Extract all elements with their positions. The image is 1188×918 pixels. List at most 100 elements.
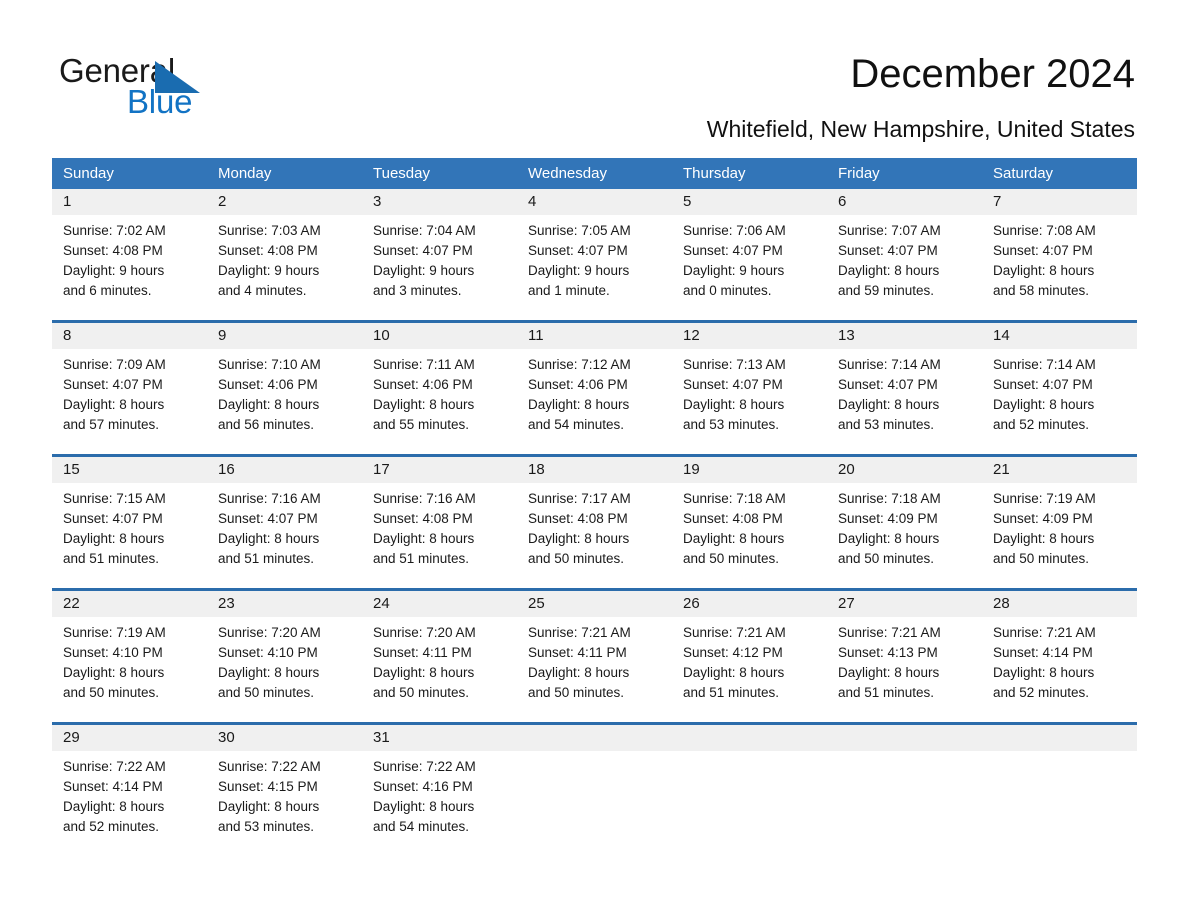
day-number[interactable]: 30 xyxy=(207,725,362,751)
daylight-text-1: Daylight: 8 hours xyxy=(993,531,1095,546)
sunset-text: Sunset: 4:07 PM xyxy=(683,243,783,258)
sunrise-text: Sunrise: 7:16 AM xyxy=(218,491,321,506)
day-number[interactable]: 3 xyxy=(362,189,517,215)
sunrise-text: Sunrise: 7:02 AM xyxy=(63,223,166,238)
day-number-empty xyxy=(982,725,1137,751)
day-cell[interactable]: Sunrise: 7:21 AM Sunset: 4:12 PM Dayligh… xyxy=(672,617,827,722)
sunset-text: Sunset: 4:14 PM xyxy=(63,779,163,794)
day-number[interactable]: 23 xyxy=(207,591,362,617)
day-number[interactable]: 20 xyxy=(827,457,982,483)
daylight-text-1: Daylight: 8 hours xyxy=(683,531,785,546)
day-cell[interactable]: Sunrise: 7:03 AM Sunset: 4:08 PM Dayligh… xyxy=(207,215,362,320)
day-number[interactable]: 26 xyxy=(672,591,827,617)
day-cell[interactable]: Sunrise: 7:02 AM Sunset: 4:08 PM Dayligh… xyxy=(52,215,207,320)
day-number[interactable]: 17 xyxy=(362,457,517,483)
day-number[interactable]: 16 xyxy=(207,457,362,483)
daylight-text-2: and 50 minutes. xyxy=(683,551,780,566)
day-cell[interactable]: Sunrise: 7:05 AM Sunset: 4:07 PM Dayligh… xyxy=(517,215,672,320)
daylight-text-2: and 51 minutes. xyxy=(683,685,780,700)
day-cell[interactable]: Sunrise: 7:14 AM Sunset: 4:07 PM Dayligh… xyxy=(827,349,982,454)
day-number-empty xyxy=(672,725,827,751)
day-cell[interactable]: Sunrise: 7:21 AM Sunset: 4:11 PM Dayligh… xyxy=(517,617,672,722)
daylight-text-2: and 53 minutes. xyxy=(838,417,935,432)
day-cell[interactable]: Sunrise: 7:16 AM Sunset: 4:07 PM Dayligh… xyxy=(207,483,362,588)
day-cell[interactable]: Sunrise: 7:22 AM Sunset: 4:14 PM Dayligh… xyxy=(52,751,207,851)
day-number[interactable]: 27 xyxy=(827,591,982,617)
day-cell[interactable]: Sunrise: 7:14 AM Sunset: 4:07 PM Dayligh… xyxy=(982,349,1137,454)
day-cell[interactable]: Sunrise: 7:09 AM Sunset: 4:07 PM Dayligh… xyxy=(52,349,207,454)
sunrise-text: Sunrise: 7:22 AM xyxy=(218,759,321,774)
generalblue-logo[interactable]: General Blue xyxy=(59,52,319,122)
day-number[interactable]: 8 xyxy=(52,323,207,349)
day-number[interactable]: 5 xyxy=(672,189,827,215)
day-cell[interactable]: Sunrise: 7:08 AM Sunset: 4:07 PM Dayligh… xyxy=(982,215,1137,320)
daylight-text-2: and 50 minutes. xyxy=(63,685,160,700)
day-number[interactable]: 11 xyxy=(517,323,672,349)
day-number[interactable]: 13 xyxy=(827,323,982,349)
day-number[interactable]: 10 xyxy=(362,323,517,349)
day-number[interactable]: 24 xyxy=(362,591,517,617)
day-number[interactable]: 6 xyxy=(827,189,982,215)
day-cell[interactable]: Sunrise: 7:18 AM Sunset: 4:09 PM Dayligh… xyxy=(827,483,982,588)
day-info-band: Sunrise: 7:22 AM Sunset: 4:14 PM Dayligh… xyxy=(52,751,1137,851)
day-cell[interactable]: Sunrise: 7:22 AM Sunset: 4:16 PM Dayligh… xyxy=(362,751,517,851)
day-cell[interactable]: Sunrise: 7:19 AM Sunset: 4:10 PM Dayligh… xyxy=(52,617,207,722)
day-cell[interactable]: Sunrise: 7:07 AM Sunset: 4:07 PM Dayligh… xyxy=(827,215,982,320)
daylight-text-2: and 53 minutes. xyxy=(683,417,780,432)
daylight-text-1: Daylight: 8 hours xyxy=(373,531,475,546)
daylight-text-1: Daylight: 8 hours xyxy=(993,263,1095,278)
day-cell[interactable]: Sunrise: 7:20 AM Sunset: 4:11 PM Dayligh… xyxy=(362,617,517,722)
sunrise-text: Sunrise: 7:20 AM xyxy=(373,625,476,640)
day-number[interactable]: 1 xyxy=(52,189,207,215)
sunset-text: Sunset: 4:07 PM xyxy=(993,377,1093,392)
calendar-page: General Blue December 2024 Whitefield, N… xyxy=(0,0,1188,918)
day-number[interactable]: 31 xyxy=(362,725,517,751)
day-cell-empty xyxy=(827,751,982,851)
daylight-text-2: and 51 minutes. xyxy=(218,551,315,566)
day-number[interactable]: 29 xyxy=(52,725,207,751)
sunrise-text: Sunrise: 7:08 AM xyxy=(993,223,1096,238)
day-number[interactable]: 7 xyxy=(982,189,1137,215)
day-cell[interactable]: Sunrise: 7:19 AM Sunset: 4:09 PM Dayligh… xyxy=(982,483,1137,588)
page-header: General Blue December 2024 Whitefield, N… xyxy=(0,0,1188,150)
day-number[interactable]: 18 xyxy=(517,457,672,483)
sunrise-text: Sunrise: 7:18 AM xyxy=(683,491,786,506)
day-number[interactable]: 4 xyxy=(517,189,672,215)
day-cell[interactable]: Sunrise: 7:21 AM Sunset: 4:13 PM Dayligh… xyxy=(827,617,982,722)
day-cell[interactable]: Sunrise: 7:06 AM Sunset: 4:07 PM Dayligh… xyxy=(672,215,827,320)
day-cell[interactable]: Sunrise: 7:20 AM Sunset: 4:10 PM Dayligh… xyxy=(207,617,362,722)
day-info-band: Sunrise: 7:19 AM Sunset: 4:10 PM Dayligh… xyxy=(52,617,1137,722)
sunset-text: Sunset: 4:12 PM xyxy=(683,645,783,660)
day-cell[interactable]: Sunrise: 7:11 AM Sunset: 4:06 PM Dayligh… xyxy=(362,349,517,454)
sunset-text: Sunset: 4:16 PM xyxy=(373,779,473,794)
day-cell[interactable]: Sunrise: 7:12 AM Sunset: 4:06 PM Dayligh… xyxy=(517,349,672,454)
day-cell[interactable]: Sunrise: 7:22 AM Sunset: 4:15 PM Dayligh… xyxy=(207,751,362,851)
day-cell[interactable]: Sunrise: 7:18 AM Sunset: 4:08 PM Dayligh… xyxy=(672,483,827,588)
day-number[interactable]: 21 xyxy=(982,457,1137,483)
sunrise-text: Sunrise: 7:15 AM xyxy=(63,491,166,506)
sunset-text: Sunset: 4:09 PM xyxy=(838,511,938,526)
day-number[interactable]: 28 xyxy=(982,591,1137,617)
daylight-text-2: and 58 minutes. xyxy=(993,283,1090,298)
day-cell[interactable]: Sunrise: 7:17 AM Sunset: 4:08 PM Dayligh… xyxy=(517,483,672,588)
day-number[interactable]: 15 xyxy=(52,457,207,483)
day-cell[interactable]: Sunrise: 7:10 AM Sunset: 4:06 PM Dayligh… xyxy=(207,349,362,454)
daylight-text-2: and 3 minutes. xyxy=(373,283,462,298)
day-number[interactable]: 19 xyxy=(672,457,827,483)
daylight-text-2: and 50 minutes. xyxy=(528,685,625,700)
day-cell[interactable]: Sunrise: 7:13 AM Sunset: 4:07 PM Dayligh… xyxy=(672,349,827,454)
day-number[interactable]: 25 xyxy=(517,591,672,617)
daylight-text-1: Daylight: 8 hours xyxy=(218,397,320,412)
day-number[interactable]: 9 xyxy=(207,323,362,349)
sunset-text: Sunset: 4:14 PM xyxy=(993,645,1093,660)
day-cell[interactable]: Sunrise: 7:16 AM Sunset: 4:08 PM Dayligh… xyxy=(362,483,517,588)
day-number[interactable]: 14 xyxy=(982,323,1137,349)
day-cell[interactable]: Sunrise: 7:21 AM Sunset: 4:14 PM Dayligh… xyxy=(982,617,1137,722)
daylight-text-1: Daylight: 8 hours xyxy=(838,665,940,680)
day-number[interactable]: 2 xyxy=(207,189,362,215)
day-cell[interactable]: Sunrise: 7:04 AM Sunset: 4:07 PM Dayligh… xyxy=(362,215,517,320)
daylight-text-1: Daylight: 8 hours xyxy=(63,397,165,412)
day-number[interactable]: 22 xyxy=(52,591,207,617)
day-number[interactable]: 12 xyxy=(672,323,827,349)
day-cell[interactable]: Sunrise: 7:15 AM Sunset: 4:07 PM Dayligh… xyxy=(52,483,207,588)
